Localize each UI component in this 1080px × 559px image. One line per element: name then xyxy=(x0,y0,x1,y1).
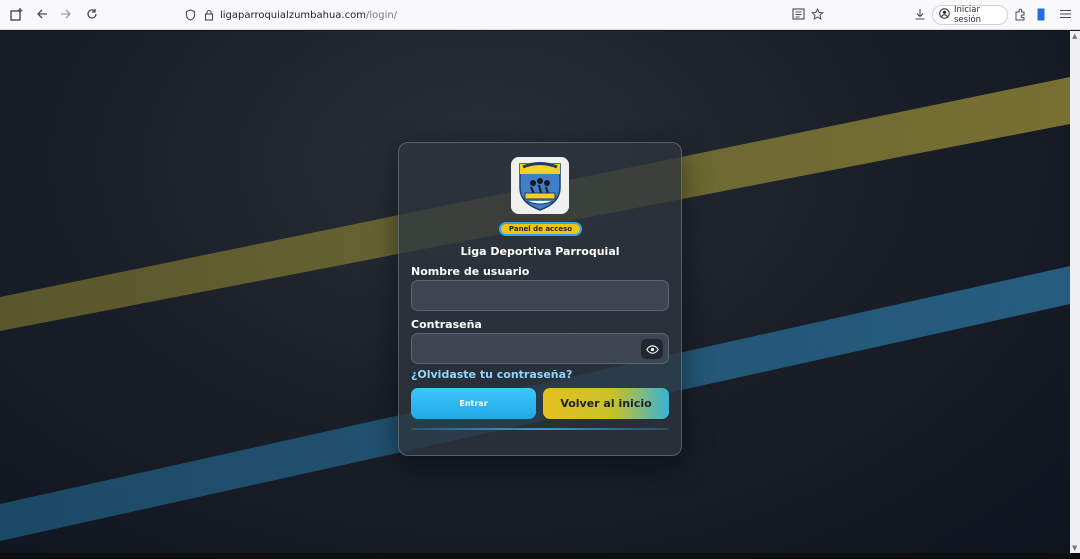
browser-toolbar: ligaparroquialzumbahua.com/login/ Inicia… xyxy=(0,0,1080,30)
back-home-button[interactable]: Volver al inicio xyxy=(543,388,669,419)
signin-label: Iniciar sesión xyxy=(954,5,982,25)
page-scrollbar[interactable] xyxy=(1070,31,1080,553)
access-panel-badge: Panel de acceso xyxy=(499,222,582,236)
scroll-up-icon[interactable]: ▲ xyxy=(1072,32,1077,40)
address-bar[interactable]: ligaparroquialzumbahua.com/login/ xyxy=(185,4,835,26)
password-input[interactable] xyxy=(411,333,669,364)
download-icon[interactable] xyxy=(914,8,926,20)
toggle-password-button[interactable] xyxy=(641,339,663,359)
back-arrow-icon[interactable] xyxy=(36,8,48,20)
reader-view-icon[interactable] xyxy=(792,8,805,20)
url-host: ligaparroquialzumbahua.com xyxy=(220,9,366,21)
hamburger-menu-icon[interactable] xyxy=(1060,9,1071,19)
scroll-down-icon[interactable]: ▼ xyxy=(1072,544,1077,552)
forgot-password-link[interactable]: ¿Olvidaste tu contraseña? xyxy=(411,368,572,381)
signin-button[interactable]: Iniciar sesión xyxy=(932,5,1008,25)
card-title: Liga Deportiva Parroquial xyxy=(460,245,620,258)
username-input[interactable] xyxy=(411,280,669,311)
reload-icon[interactable] xyxy=(86,8,98,20)
account-icon xyxy=(939,8,950,22)
url-path: /login/ xyxy=(365,9,398,21)
league-logo xyxy=(511,157,569,214)
password-label: Contraseña xyxy=(411,318,482,331)
new-tab-icon[interactable] xyxy=(10,8,24,21)
forward-arrow-icon[interactable] xyxy=(60,8,72,20)
lock-icon[interactable] xyxy=(204,9,214,21)
shield-icon[interactable] xyxy=(185,9,196,21)
bookmark-panel-icon[interactable] xyxy=(1037,8,1045,21)
extensions-icon[interactable] xyxy=(1014,8,1026,21)
username-label: Nombre de usuario xyxy=(411,265,530,278)
enter-button[interactable]: Entrar xyxy=(411,388,536,419)
taskbar-strip xyxy=(0,553,1080,559)
star-icon[interactable] xyxy=(811,8,824,20)
eye-icon xyxy=(645,344,659,354)
card-divider xyxy=(411,428,669,430)
